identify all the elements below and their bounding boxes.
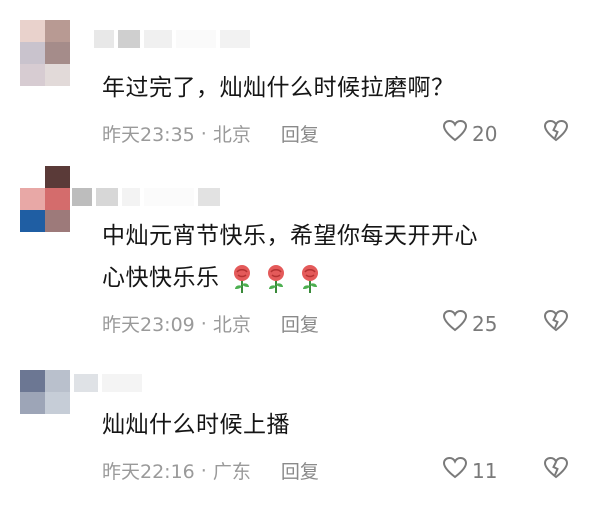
avatar[interactable] bbox=[20, 166, 70, 232]
timestamp: 昨天23:35 bbox=[102, 124, 195, 146]
like-count: 25 bbox=[472, 311, 498, 336]
username-blurred[interactable] bbox=[94, 30, 250, 48]
heart-outline-icon bbox=[442, 119, 468, 148]
location: 北京 bbox=[212, 124, 251, 146]
like-button[interactable]: 25 bbox=[442, 309, 497, 338]
rose-emoji-icon bbox=[302, 264, 319, 293]
comment-text: 灿灿什么时候上播 bbox=[102, 404, 572, 446]
username-blurred[interactable] bbox=[74, 374, 142, 392]
comment-meta: 昨天22:16 · 广东 回复 bbox=[102, 457, 319, 484]
comment-meta: 昨天23:09 · 北京 回复 bbox=[102, 310, 319, 337]
heart-outline-icon bbox=[442, 309, 468, 338]
broken-heart-icon bbox=[542, 119, 570, 147]
avatar[interactable] bbox=[20, 20, 70, 86]
separator: · bbox=[200, 122, 207, 145]
timestamp: 昨天23:09 bbox=[102, 314, 195, 336]
username-blurred[interactable] bbox=[72, 188, 220, 206]
comment-text-line: 中灿元宵节快乐，希望你每天开开心 bbox=[102, 223, 478, 249]
like-count: 20 bbox=[472, 121, 498, 146]
comment-text: 年过完了，灿灿什么时候拉磨啊？ bbox=[102, 67, 572, 109]
comment-text-line: 年过完了，灿灿什么时候拉磨啊？ bbox=[102, 75, 455, 101]
dislike-button[interactable] bbox=[542, 309, 570, 337]
rose-emojis bbox=[231, 264, 321, 294]
avatar[interactable] bbox=[20, 370, 70, 414]
broken-heart-icon bbox=[542, 309, 570, 337]
location: 广东 bbox=[212, 461, 251, 483]
location: 北京 bbox=[212, 314, 251, 336]
dislike-button[interactable] bbox=[542, 119, 570, 147]
rose-emoji-icon bbox=[268, 264, 285, 293]
comment-text-line: 心快快乐乐 bbox=[102, 265, 220, 291]
comment-text-line-2: 心快快乐乐 bbox=[102, 257, 572, 299]
comment-meta: 昨天23:35 · 北京 回复 bbox=[102, 120, 319, 147]
reply-button[interactable]: 回复 bbox=[281, 457, 319, 484]
like-button[interactable]: 20 bbox=[442, 119, 497, 148]
rose-emoji-icon bbox=[234, 264, 251, 293]
timestamp: 昨天22:16 bbox=[102, 461, 195, 483]
comment-text: 中灿元宵节快乐，希望你每天开开心 心快快乐乐 bbox=[102, 215, 572, 299]
reply-button[interactable]: 回复 bbox=[281, 310, 319, 337]
heart-outline-icon bbox=[442, 456, 468, 485]
like-count: 11 bbox=[472, 458, 498, 483]
dislike-button[interactable] bbox=[542, 456, 570, 484]
like-button[interactable]: 11 bbox=[442, 456, 497, 485]
comment-text-line: 灿灿什么时候上播 bbox=[102, 412, 290, 438]
separator: · bbox=[200, 312, 207, 335]
separator: · bbox=[200, 459, 207, 482]
reply-button[interactable]: 回复 bbox=[281, 120, 319, 147]
broken-heart-icon bbox=[542, 456, 570, 484]
